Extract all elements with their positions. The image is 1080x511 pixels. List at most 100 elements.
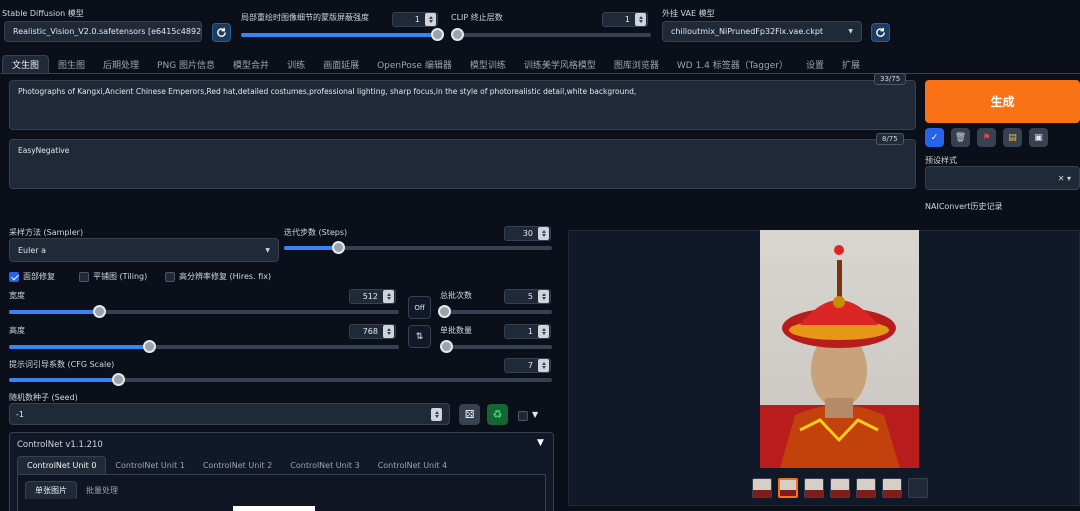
tab-9[interactable]: 训练美学风格模型 bbox=[515, 55, 605, 73]
vae-value: chilloutmix_NiPrunedFp32Fix.vae.ckpt bbox=[671, 27, 824, 36]
styles-dropdown[interactable]: ✕ ▾ bbox=[925, 166, 1080, 190]
mask-blur-value: 1 bbox=[414, 15, 420, 24]
tab-0[interactable]: 文生图 bbox=[2, 55, 50, 73]
width-number[interactable]: 512 bbox=[349, 289, 396, 304]
image-upload-area[interactable] bbox=[233, 506, 315, 511]
clip-skip-number[interactable]: 1 bbox=[602, 12, 648, 27]
slider-thumb[interactable] bbox=[451, 28, 464, 41]
reuse-seed-button[interactable]: ♻ bbox=[487, 404, 508, 425]
tab-1[interactable]: 图生图 bbox=[49, 55, 94, 73]
controlnet-unit-tab-1[interactable]: ControlNet Unit 1 bbox=[106, 456, 193, 474]
collapse-icon[interactable]: ▼ bbox=[537, 438, 544, 448]
tab-13[interactable]: 扩展 bbox=[833, 55, 869, 73]
controlnet-unit-tab-2[interactable]: ControlNet Unit 2 bbox=[194, 456, 281, 474]
sampler-dropdown[interactable]: Euler a ▼ bbox=[9, 238, 279, 262]
controlnet-subtab-1[interactable]: 批量处理 bbox=[77, 481, 127, 499]
tab-3[interactable]: PNG 图片信息 bbox=[148, 55, 224, 73]
tab-12[interactable]: 设置 bbox=[797, 55, 833, 73]
vae-label: 外挂 VAE 模型 bbox=[662, 9, 715, 18]
batch-count-number[interactable]: 5 bbox=[504, 289, 551, 304]
batch-size-slider[interactable] bbox=[440, 340, 552, 353]
positive-prompt-text: Photographs of Kangxi,Ancient Chinese Em… bbox=[18, 87, 637, 96]
controlnet-unit-tab-3[interactable]: ControlNet Unit 3 bbox=[281, 456, 368, 474]
height-slider[interactable] bbox=[9, 340, 399, 353]
tab-7[interactable]: OpenPose 编辑器 bbox=[368, 55, 461, 73]
save-style-button[interactable]: ▣ bbox=[1029, 128, 1048, 147]
stepper-icon bbox=[431, 407, 442, 421]
slider-thumb[interactable] bbox=[438, 305, 452, 318]
tab-11[interactable]: WD 1.4 标签器（Tagger） bbox=[668, 55, 797, 73]
sd-model-dropdown[interactable]: Realistic_Vision_V2.0.safetensors [e6415… bbox=[4, 21, 202, 42]
mask-blur-slider[interactable] bbox=[241, 28, 444, 41]
thumbnail-2[interactable] bbox=[804, 478, 824, 498]
slider-thumb[interactable] bbox=[331, 241, 345, 254]
trash-button[interactable]: 🗑 bbox=[951, 128, 970, 147]
clip-skip-slider[interactable] bbox=[451, 28, 651, 41]
batch-count-slider[interactable] bbox=[438, 305, 552, 318]
tab-4[interactable]: 模型合并 bbox=[224, 55, 278, 73]
stepper-icon bbox=[538, 290, 549, 303]
vae-dropdown[interactable]: chilloutmix_NiPrunedFp32Fix.vae.ckpt ▼ bbox=[662, 21, 862, 42]
refresh-icon bbox=[876, 27, 885, 37]
batch-size-number[interactable]: 1 bbox=[504, 324, 551, 339]
positive-prompt-input[interactable]: Photographs of Kangxi,Ancient Chinese Em… bbox=[9, 80, 916, 130]
tab-5[interactable]: 训练 bbox=[278, 55, 314, 73]
thumbnail-4[interactable] bbox=[856, 478, 876, 498]
cfg-slider[interactable] bbox=[9, 373, 552, 386]
flag-button[interactable]: ⚑ bbox=[977, 128, 996, 147]
flag-icon: ⚑ bbox=[982, 132, 991, 143]
thumbnail-5[interactable] bbox=[882, 478, 902, 498]
tabs-divider bbox=[0, 73, 1080, 74]
stepper-icon bbox=[425, 13, 436, 26]
stepper-icon bbox=[538, 325, 549, 338]
cfg-number[interactable]: 7 bbox=[504, 358, 551, 373]
check-button[interactable]: ✓ bbox=[925, 128, 944, 147]
clear-icon[interactable]: ✕ ▾ bbox=[1058, 174, 1071, 183]
caret-down-icon[interactable]: ▼ bbox=[532, 410, 538, 419]
controlnet-unit-tab-4[interactable]: ControlNet Unit 4 bbox=[369, 456, 456, 474]
steps-number[interactable]: 30 bbox=[504, 226, 551, 241]
tab-8[interactable]: 模型训练 bbox=[461, 55, 515, 73]
off-button[interactable]: Off bbox=[408, 296, 431, 319]
extra-seed-checkbox[interactable] bbox=[518, 411, 528, 421]
slider-thumb[interactable] bbox=[111, 373, 125, 386]
controlnet-unit-tab-0[interactable]: ControlNet Unit 0 bbox=[17, 456, 107, 474]
generate-button[interactable]: 生成 bbox=[925, 80, 1080, 123]
refresh-model-button[interactable] bbox=[212, 23, 231, 42]
thumbnail-6[interactable] bbox=[908, 478, 928, 498]
width-slider[interactable] bbox=[9, 305, 399, 318]
slider-thumb[interactable] bbox=[440, 340, 453, 353]
thumbnail-strip bbox=[752, 478, 928, 498]
tab-6[interactable]: 画面延展 bbox=[314, 55, 368, 73]
steps-label: 迭代步数 (Steps) bbox=[284, 228, 348, 237]
slider-thumb[interactable] bbox=[143, 340, 157, 353]
naiconvert-label[interactable]: NAIConvert历史记录 bbox=[925, 201, 1002, 212]
negative-prompt-input[interactable]: EasyNegative bbox=[9, 139, 916, 189]
thumbnail-0[interactable] bbox=[752, 478, 772, 498]
tiling-checkbox[interactable]: 平铺图 (Tiling) bbox=[79, 271, 147, 282]
seed-label: 随机数种子 (Seed) bbox=[9, 393, 78, 402]
tab-10[interactable]: 图库浏览器 bbox=[605, 55, 668, 73]
thumbnail-3[interactable] bbox=[830, 478, 850, 498]
swap-dimensions-button[interactable]: ⇅ bbox=[408, 325, 431, 348]
seed-value: -1 bbox=[16, 409, 24, 419]
controlnet-subtab-0[interactable]: 单张图片 bbox=[25, 481, 77, 499]
generated-image[interactable] bbox=[760, 230, 919, 468]
refresh-vae-button[interactable] bbox=[871, 23, 890, 42]
seed-input[interactable]: -1 bbox=[9, 403, 450, 425]
slider-thumb[interactable] bbox=[92, 305, 106, 318]
tab-2[interactable]: 后期处理 bbox=[94, 55, 148, 73]
batch-size-label: 单批数量 bbox=[440, 326, 472, 335]
height-number[interactable]: 768 bbox=[349, 324, 396, 339]
hires-fix-checkbox[interactable]: 高分辨率修复 (Hires. fix) bbox=[165, 271, 271, 282]
controlnet-sub-tabs: 单张图片 批量处理 bbox=[25, 481, 127, 499]
height-label: 高度 bbox=[9, 326, 25, 335]
steps-slider[interactable] bbox=[284, 241, 552, 254]
clipboard-button[interactable]: ▤ bbox=[1003, 128, 1022, 147]
controlnet-title[interactable]: ControlNet v1.1.210 bbox=[17, 440, 103, 450]
mask-blur-number[interactable]: 1 bbox=[392, 12, 438, 27]
thumbnail-1[interactable] bbox=[778, 478, 798, 498]
random-seed-button[interactable]: ⚄ bbox=[459, 404, 480, 425]
face-restore-checkbox[interactable]: 面部修复 bbox=[9, 271, 55, 282]
slider-thumb[interactable] bbox=[431, 28, 444, 41]
